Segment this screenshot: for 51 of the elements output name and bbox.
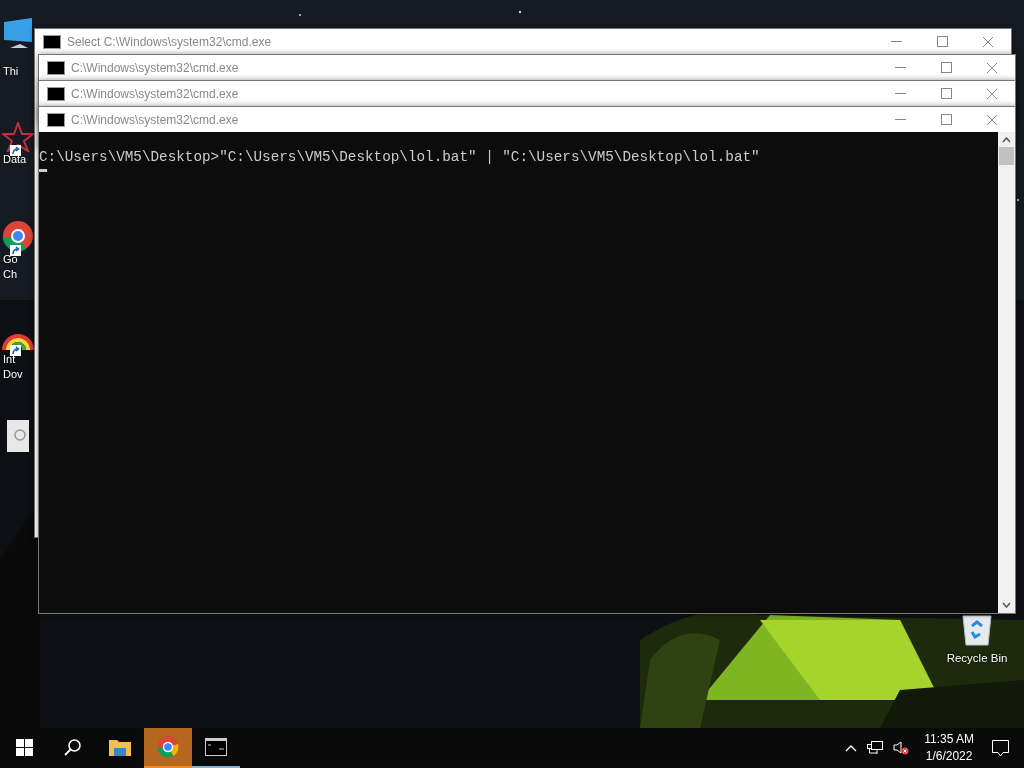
recycle-bin-icon[interactable] bbox=[960, 614, 994, 646]
folder-icon bbox=[109, 738, 131, 756]
minimize-icon bbox=[890, 41, 902, 42]
console-icon bbox=[47, 86, 65, 101]
clock-time[interactable]: 11:35 AM bbox=[924, 731, 974, 748]
icon-label: Go bbox=[2, 252, 18, 267]
browser-icon[interactable] bbox=[2, 220, 34, 252]
clock-date[interactable]: 1/6/2022 bbox=[925, 748, 973, 765]
minimize-icon bbox=[894, 119, 906, 120]
console-line: C:\Users\VM5\Desktop>"C:\Users\VM5\Desktop\lol.bat" | "C:\Users\VM5\Desktop\lol.bat" bbox=[39, 149, 761, 165]
icon-label: Recycle Bin bbox=[946, 652, 1008, 664]
scroll-thumb[interactable] bbox=[999, 147, 1014, 165]
document-icon[interactable] bbox=[7, 420, 29, 452]
maximize-icon bbox=[940, 114, 952, 125]
scroll-up-icon[interactable] bbox=[1002, 137, 1011, 143]
search-icon bbox=[63, 738, 81, 756]
chevron-up-icon[interactable] bbox=[845, 744, 858, 752]
console-icon bbox=[47, 60, 65, 75]
icon-label: Data bbox=[2, 152, 27, 167]
close-icon bbox=[986, 87, 998, 100]
minimize-icon bbox=[894, 67, 906, 68]
window-title: C:\Windows\system32\cmd.exe bbox=[71, 60, 239, 75]
shortcut-icon bbox=[10, 245, 21, 256]
console-icon bbox=[47, 112, 65, 127]
icon-label: Dov bbox=[2, 367, 23, 382]
windows-logo-icon bbox=[15, 738, 33, 756]
notification-icon[interactable] bbox=[992, 739, 1009, 757]
maximize-icon bbox=[940, 88, 952, 99]
scroll-down-icon[interactable] bbox=[1002, 602, 1011, 608]
window-title: C:\Windows\system32\cmd.exe bbox=[71, 112, 239, 127]
scrollbar[interactable] bbox=[998, 132, 1015, 613]
icon-label: Ch bbox=[2, 267, 18, 282]
maximize-icon bbox=[936, 36, 948, 47]
text-cursor bbox=[39, 169, 47, 172]
console-icon bbox=[43, 34, 61, 49]
icon-label: Int bbox=[2, 352, 16, 367]
close-icon bbox=[986, 61, 998, 74]
shortcut-icon bbox=[10, 345, 21, 356]
network-icon[interactable] bbox=[867, 741, 884, 755]
icon-label: Thi bbox=[2, 64, 19, 79]
minimize-icon bbox=[894, 93, 906, 94]
maximize-icon bbox=[940, 62, 952, 73]
window-title: Select C:\Windows\system32\cmd.exe bbox=[67, 34, 272, 49]
console-icon bbox=[205, 738, 227, 756]
muted-speaker-icon[interactable] bbox=[893, 741, 910, 755]
close-icon bbox=[982, 35, 994, 48]
shortcut-icon bbox=[10, 145, 21, 156]
browser-icon bbox=[157, 736, 179, 758]
star-icon[interactable] bbox=[2, 122, 34, 152]
window-title: C:\Windows\system32\cmd.exe bbox=[71, 86, 239, 101]
close-icon bbox=[986, 113, 998, 126]
